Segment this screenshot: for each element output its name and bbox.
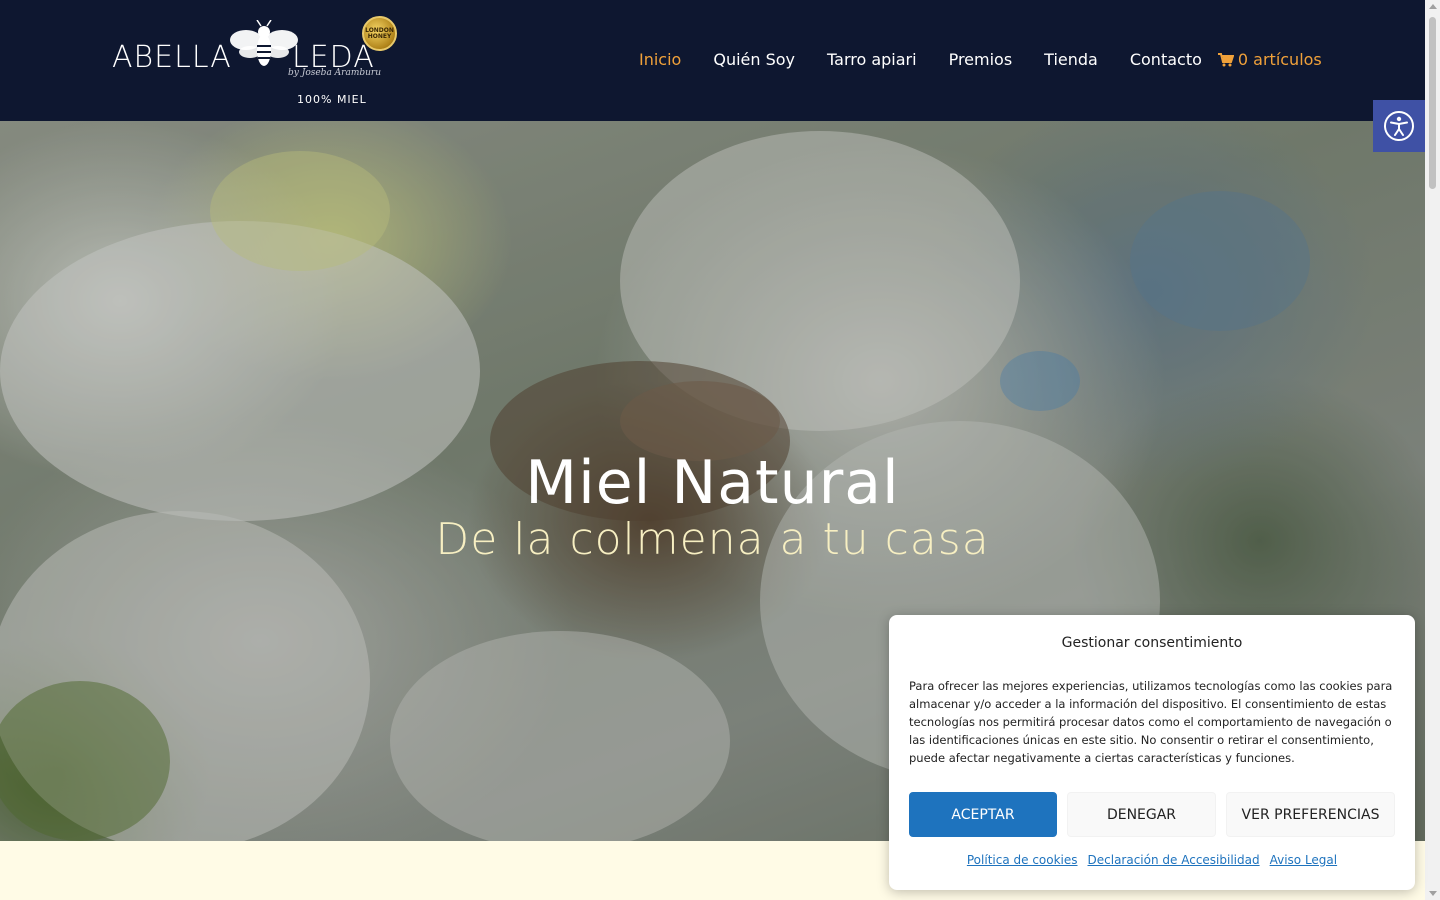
nav-item-tarro-apiari[interactable]: Tarro apiari — [827, 50, 917, 69]
cookie-dialog-text: Para ofrecer las mejores experiencias, u… — [909, 679, 1393, 765]
cookie-dialog-links: Política de cookies Declaración de Acces… — [889, 853, 1415, 867]
scroll-up-arrow-icon[interactable] — [1429, 4, 1437, 9]
cart-icon — [1217, 52, 1234, 66]
site-logo[interactable]: ABELLA LEDA by Joseba Aramburu LONDON HO… — [112, 14, 402, 114]
bee-icon — [230, 20, 298, 66]
logo-byline: by Joseba Aramburu — [288, 68, 382, 78]
legal-notice-link[interactable]: Aviso Legal — [1270, 853, 1338, 867]
nav-item-contacto[interactable]: Contacto — [1130, 50, 1202, 69]
hero-subtitle: De la colmena a tu casa — [435, 514, 990, 565]
nav-item-tienda[interactable]: Tienda — [1044, 50, 1098, 69]
accept-button[interactable]: ACEPTAR — [909, 792, 1057, 837]
cookie-dialog-title: Gestionar consentimiento — [1061, 635, 1243, 651]
accessibility-icon — [1384, 111, 1414, 141]
cookie-consent-dialog: Gestionar consentimiento Para ofrecer la… — [889, 615, 1415, 890]
nav-item-quien-soy[interactable]: Quién Soy — [713, 50, 795, 69]
hero-title: Miel Natural — [525, 448, 900, 518]
deny-button[interactable]: DENEGAR — [1067, 792, 1216, 837]
scroll-down-arrow-icon[interactable] — [1429, 891, 1437, 896]
scrollbar-thumb[interactable] — [1429, 17, 1436, 189]
site-header: ABELLA LEDA by Joseba Aramburu LONDON HO… — [0, 0, 1425, 121]
award-seal-text: LONDON HONEY — [365, 26, 394, 40]
logo-tagline: 100% MIEL — [297, 93, 367, 106]
cart-label: 0 artículos — [1237, 50, 1322, 69]
page-scrollbar[interactable] — [1425, 0, 1440, 900]
accessibility-button[interactable] — [1373, 100, 1425, 152]
nav-item-premios[interactable]: Premios — [949, 50, 1013, 69]
nav-item-inicio[interactable]: Inicio — [639, 50, 681, 69]
main-nav: Inicio Quién Soy Tarro apiari Premios Ti… — [639, 50, 1322, 69]
accessibility-statement-link[interactable]: Declaración de Accesibilidad — [1088, 853, 1260, 867]
logo-name-left: ABELLA — [112, 40, 232, 75]
cookie-policy-link[interactable]: Política de cookies — [967, 853, 1078, 867]
nav-cart-link[interactable]: 0 artículos — [1217, 50, 1322, 69]
award-seal-icon: LONDON HONEY — [362, 16, 397, 51]
view-preferences-button[interactable]: VER PREFERENCIAS — [1226, 792, 1395, 837]
